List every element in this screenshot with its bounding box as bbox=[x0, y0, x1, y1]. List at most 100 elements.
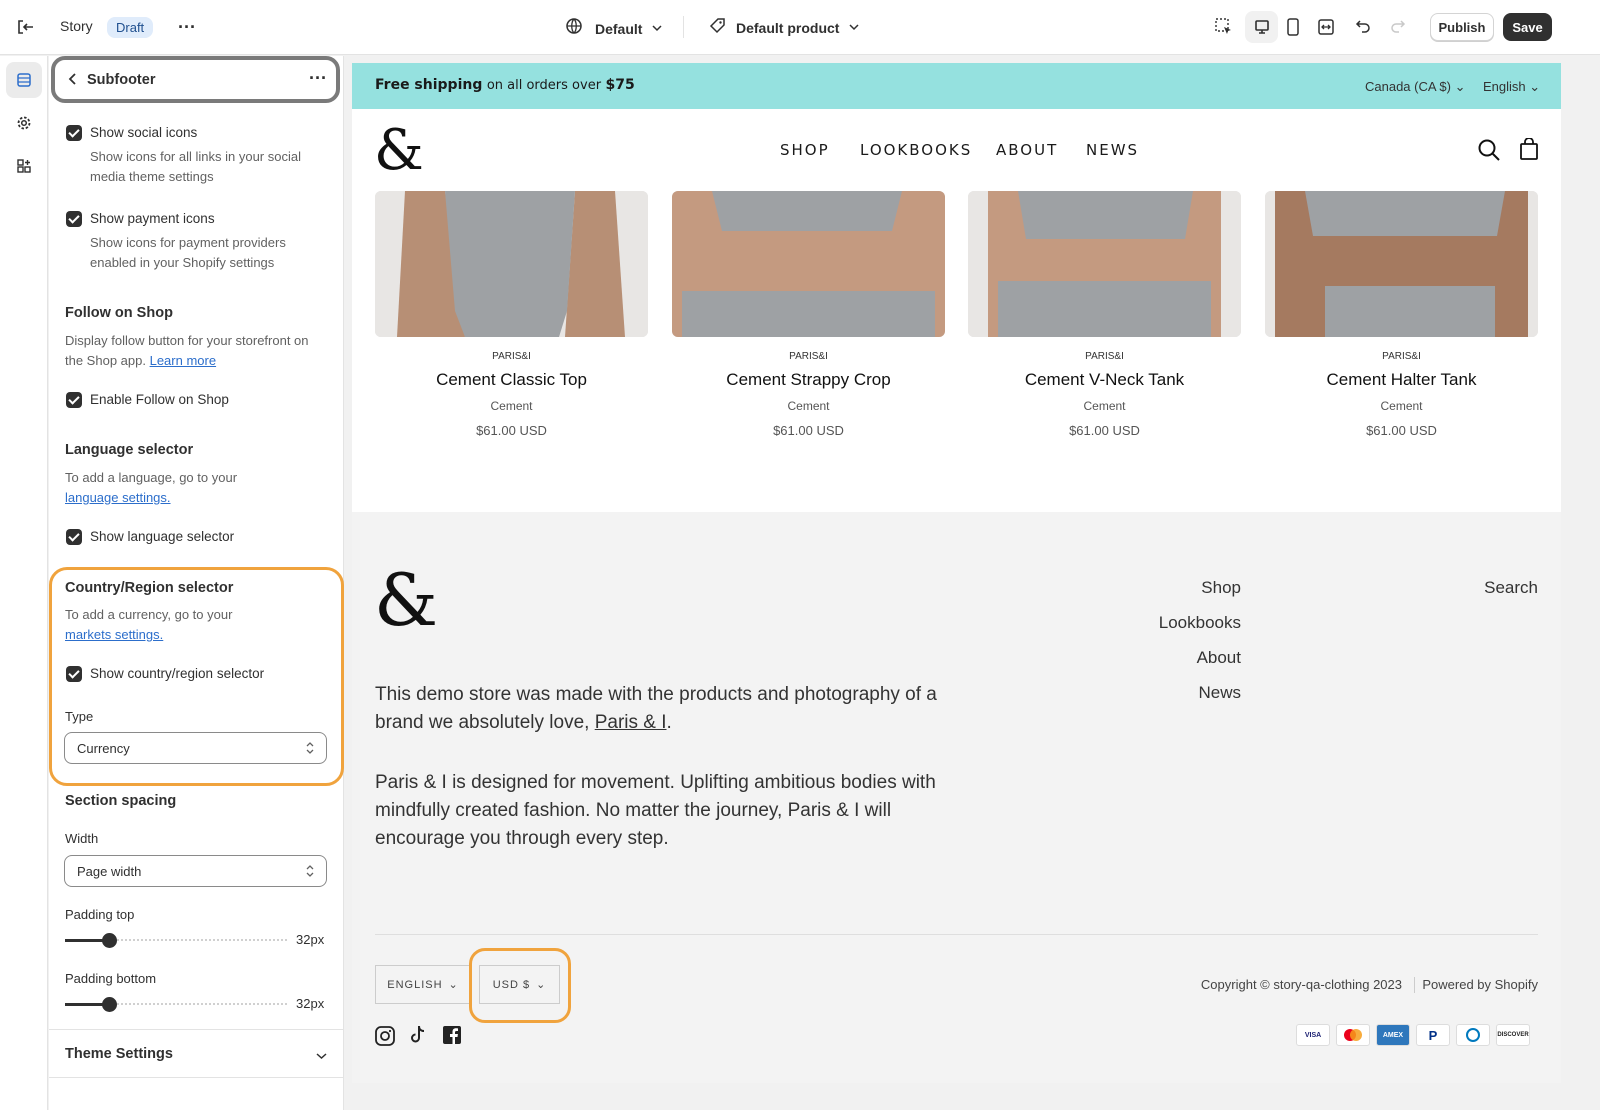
nav-about[interactable]: ABOUT bbox=[996, 141, 1058, 159]
show-social-icons-checkbox[interactable] bbox=[66, 125, 82, 141]
show-social-icons-label: Show social icons bbox=[90, 125, 198, 140]
store-footer: & This demo store was made with the prod… bbox=[352, 512, 1561, 1083]
language-settings-link[interactable]: language settings. bbox=[65, 490, 171, 505]
markets-settings-link[interactable]: markets settings. bbox=[65, 627, 163, 642]
enable-follow-checkbox[interactable] bbox=[66, 392, 82, 408]
section-spacing-heading: Section spacing bbox=[65, 793, 177, 809]
product-price: $61.00 USD bbox=[1069, 423, 1140, 438]
type-label: Type bbox=[65, 709, 94, 724]
show-social-icons-help: Show icons for all links in your social … bbox=[90, 149, 301, 184]
show-payment-icons-help: Show icons for payment providers enabled… bbox=[90, 235, 286, 270]
footer-link-news[interactable]: News bbox=[1198, 683, 1241, 703]
nav-shop[interactable]: SHOP bbox=[780, 141, 830, 159]
country-dropdown[interactable]: Canada (CA $) ⌄ bbox=[1365, 79, 1466, 95]
gear-icon[interactable] bbox=[6, 105, 42, 141]
copyright-text: Copyright © story-qa-clothing 2023 bbox=[1200, 977, 1402, 992]
publish-button[interactable]: Publish bbox=[1430, 13, 1494, 41]
footer-paragraph-2: Paris & I is designed for movement. Upli… bbox=[375, 772, 936, 849]
slider-handle[interactable] bbox=[102, 997, 117, 1012]
theme-select-label: Default bbox=[595, 20, 643, 37]
show-payment-icons-label: Show payment icons bbox=[90, 211, 215, 226]
footer-link-lookbooks[interactable]: Lookbooks bbox=[1159, 613, 1241, 633]
exit-icon[interactable] bbox=[15, 17, 35, 37]
chevron-down-icon bbox=[316, 1048, 327, 1066]
nav-news[interactable]: NEWS bbox=[1086, 141, 1139, 159]
language-dropdown[interactable]: English ⌄ bbox=[1483, 79, 1540, 95]
nav-lookbooks[interactable]: LOOKBOOKS bbox=[860, 141, 972, 159]
product-price: $61.00 USD bbox=[773, 423, 844, 438]
footer-language-button[interactable]: ENGLISH ⌄ bbox=[375, 965, 471, 1004]
footer-link-about[interactable]: About bbox=[1197, 648, 1241, 668]
store-logo[interactable]: & bbox=[374, 121, 424, 181]
paris-link[interactable]: Paris & I bbox=[595, 712, 667, 733]
more-options-icon[interactable]: ··· bbox=[309, 68, 327, 89]
theme-selector[interactable]: Default bbox=[565, 17, 662, 40]
padding-bottom-slider[interactable] bbox=[65, 997, 287, 1012]
desktop-view-icon[interactable] bbox=[1245, 11, 1278, 43]
width-label: Width bbox=[65, 831, 99, 846]
apps-icon[interactable] bbox=[6, 148, 42, 184]
save-button[interactable]: Save bbox=[1503, 13, 1552, 41]
draft-badge: Draft bbox=[107, 17, 154, 38]
product-image bbox=[672, 191, 945, 337]
fullwidth-view-icon[interactable] bbox=[1318, 18, 1334, 36]
footer-link-shop[interactable]: Shop bbox=[1201, 578, 1241, 598]
product-card[interactable]: PARIS&I Cement V-Neck Tank Cement $61.00… bbox=[968, 191, 1241, 438]
product-card[interactable]: PARIS&I Cement Strappy Crop Cement $61.0… bbox=[672, 191, 945, 438]
mobile-view-icon[interactable] bbox=[1286, 18, 1300, 36]
product-vendor: PARIS&I bbox=[1085, 351, 1124, 362]
instagram-icon[interactable] bbox=[375, 1026, 395, 1051]
search-icon[interactable] bbox=[1478, 139, 1500, 166]
cart-icon[interactable] bbox=[1520, 137, 1538, 165]
editor-topbar: Story Draft ··· Default Default product … bbox=[0, 0, 1600, 55]
redo-icon[interactable] bbox=[1390, 18, 1406, 34]
select-arrows-icon bbox=[305, 741, 315, 758]
footer-link-search[interactable]: Search bbox=[1484, 578, 1538, 598]
product-card[interactable]: PARIS&I Cement Halter Tank Cement $61.00… bbox=[1265, 191, 1538, 438]
product-color: Cement bbox=[1083, 399, 1126, 413]
product-price: $61.00 USD bbox=[476, 423, 547, 438]
product-image bbox=[968, 191, 1241, 337]
visa-icon: VISA bbox=[1296, 1024, 1330, 1046]
product-price: $61.00 USD bbox=[1366, 423, 1437, 438]
amex-icon: AMEX bbox=[1376, 1024, 1410, 1046]
product-vendor: PARIS&I bbox=[1382, 351, 1421, 362]
select-arrows-icon bbox=[305, 864, 315, 881]
padding-top-value: 32px bbox=[296, 932, 325, 947]
type-select[interactable]: Currency bbox=[64, 732, 327, 764]
facebook-icon[interactable] bbox=[442, 1025, 462, 1050]
divider bbox=[49, 1077, 344, 1078]
undo-icon[interactable] bbox=[1355, 18, 1371, 34]
powered-by-text[interactable]: Powered by Shopify bbox=[1422, 977, 1538, 992]
language-selector-heading: Language selector bbox=[65, 442, 194, 458]
enable-follow-label: Enable Follow on Shop bbox=[90, 392, 229, 407]
announcement-bar: Free shipping on all orders over $75 Can… bbox=[352, 63, 1561, 109]
show-language-selector-checkbox[interactable] bbox=[66, 529, 82, 545]
product-name: Cement V-Neck Tank bbox=[1024, 370, 1185, 389]
show-country-selector-checkbox[interactable] bbox=[66, 666, 82, 682]
width-select[interactable]: Page width bbox=[64, 855, 327, 887]
more-actions-icon[interactable]: ··· bbox=[178, 17, 196, 38]
learn-more-link[interactable]: Learn more bbox=[150, 353, 216, 368]
slider-handle[interactable] bbox=[102, 933, 117, 948]
product-image bbox=[1265, 191, 1538, 337]
tiktok-icon[interactable] bbox=[409, 1025, 427, 1050]
story-label: Story bbox=[60, 18, 93, 34]
padding-top-slider[interactable] bbox=[65, 933, 287, 948]
product-selector[interactable]: Default product bbox=[709, 17, 859, 39]
sections-icon[interactable] bbox=[6, 62, 42, 98]
country-selector-heading: Country/Region selector bbox=[65, 580, 234, 596]
product-color: Cement bbox=[787, 399, 830, 413]
product-card[interactable]: PARIS&I Cement Classic Top Cement $61.00… bbox=[375, 191, 648, 438]
theme-settings-accordion[interactable]: Theme Settings bbox=[49, 1030, 344, 1077]
back-icon[interactable] bbox=[67, 72, 79, 91]
language-selector-help: To add a language, go to your language se… bbox=[65, 470, 238, 505]
paypal-icon: P bbox=[1416, 1024, 1450, 1046]
panel-title: Subfooter bbox=[87, 72, 156, 88]
inspector-icon[interactable] bbox=[1214, 17, 1234, 37]
follow-on-shop-help: Display follow button for your storefron… bbox=[65, 333, 309, 368]
chevron-down-icon: ⌄ bbox=[448, 979, 459, 991]
product-vendor: PARIS&I bbox=[492, 351, 531, 362]
footer-logo: & bbox=[374, 558, 439, 642]
show-payment-icons-checkbox[interactable] bbox=[66, 211, 82, 227]
